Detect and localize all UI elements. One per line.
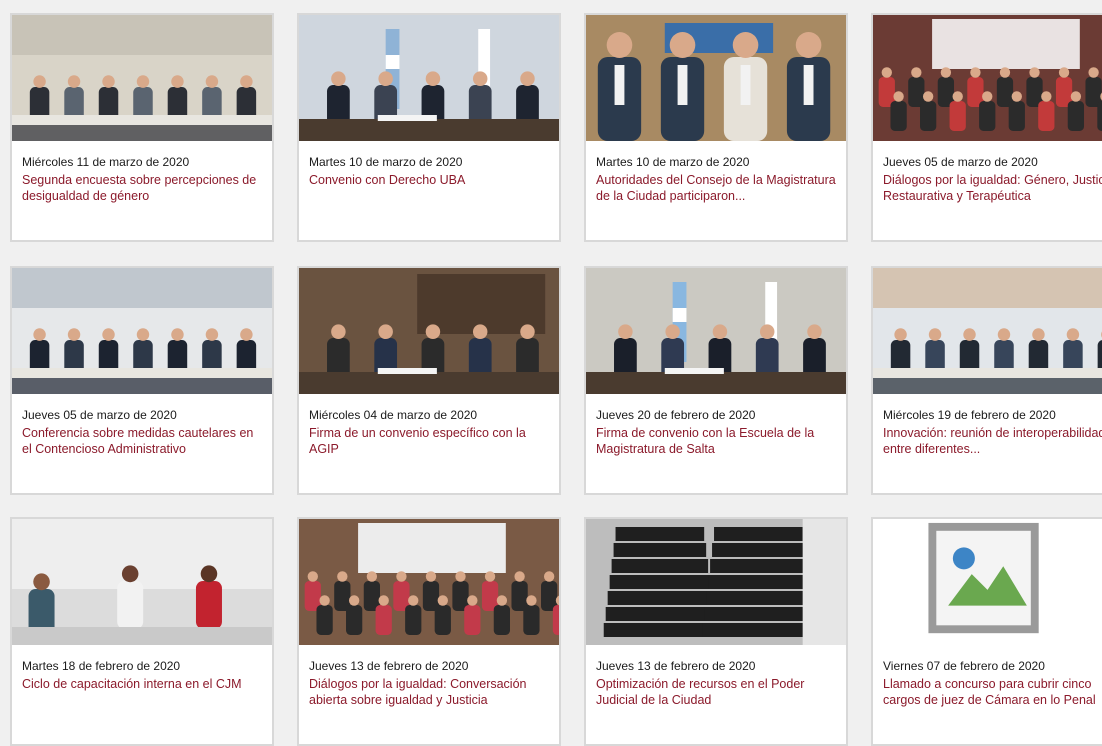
photo-image <box>299 268 559 394</box>
photo-image <box>12 15 272 141</box>
news-card[interactable]: Miércoles 19 de febrero de 2020 Innovaci… <box>871 266 1102 495</box>
news-date: Viernes 07 de febrero de 2020 <box>883 659 1045 673</box>
news-title-link[interactable]: Conferencia sobre medidas cautelares en … <box>22 425 266 457</box>
news-title-link[interactable]: Convenio con Derecho UBA <box>309 172 553 188</box>
news-title-link[interactable]: Firma de un convenio específico con la A… <box>309 425 553 457</box>
broken-image-icon <box>928 522 1039 634</box>
photo-image <box>873 15 1102 141</box>
news-thumbnail[interactable] <box>586 15 846 141</box>
news-thumbnail[interactable] <box>873 268 1102 394</box>
news-date: Jueves 13 de febrero de 2020 <box>309 659 469 673</box>
news-title-link[interactable]: Firma de convenio con la Escuela de la M… <box>596 425 840 457</box>
news-date: Jueves 20 de febrero de 2020 <box>596 408 756 422</box>
news-date: Miércoles 19 de febrero de 2020 <box>883 408 1056 422</box>
news-title-link[interactable]: Llamado a concurso para cubrir cinco car… <box>883 676 1096 708</box>
news-title-link[interactable]: Ciclo de capacitación interna en el CJM <box>22 676 266 692</box>
news-date: Miércoles 04 de marzo de 2020 <box>309 408 478 422</box>
photo-image <box>12 519 272 645</box>
news-thumbnail[interactable] <box>586 268 846 394</box>
news-thumbnail[interactable] <box>12 15 272 141</box>
news-date: Martes 10 de marzo de 2020 <box>309 155 463 169</box>
news-title-link[interactable]: Innovación: reunión de interoperabilidad… <box>883 425 1102 457</box>
news-date: Martes 18 de febrero de 2020 <box>22 659 181 673</box>
news-thumbnail[interactable] <box>299 15 559 141</box>
photo-image <box>299 519 559 645</box>
news-thumbnail[interactable] <box>586 519 846 645</box>
news-thumbnail[interactable] <box>873 519 1102 645</box>
news-thumbnail[interactable] <box>12 268 272 394</box>
news-grid: Miércoles 11 de marzo de 2020 Segunda en… <box>0 0 1102 746</box>
photo-image <box>299 15 559 141</box>
news-date: Jueves 13 de febrero de 2020 <box>596 659 756 673</box>
news-card[interactable]: Martes 18 de febrero de 2020 Ciclo de ca… <box>10 517 274 746</box>
photo-image <box>12 268 272 394</box>
news-title-link[interactable]: Segunda encuesta sobre percepciones de d… <box>22 172 266 204</box>
news-card[interactable]: Jueves 05 de marzo de 2020 Diálogos por … <box>871 13 1102 242</box>
photo-image <box>873 268 1102 394</box>
news-thumbnail[interactable] <box>299 519 559 645</box>
news-thumbnail[interactable] <box>12 519 272 645</box>
photo-image <box>586 268 846 394</box>
news-date: Jueves 05 de marzo de 2020 <box>883 155 1038 169</box>
news-thumbnail[interactable] <box>873 15 1102 141</box>
news-title-link[interactable]: Optimización de recursos en el Poder Jud… <box>596 676 840 708</box>
news-card[interactable]: Viernes 07 de febrero de 2020 Llamado a … <box>871 517 1102 746</box>
news-card[interactable]: Jueves 05 de marzo de 2020 Conferencia s… <box>10 266 274 495</box>
news-card[interactable]: Jueves 13 de febrero de 2020 Optimizació… <box>584 517 848 746</box>
news-card[interactable]: Jueves 13 de febrero de 2020 Diálogos po… <box>297 517 561 746</box>
news-card[interactable]: Martes 10 de marzo de 2020 Convenio con … <box>297 13 561 242</box>
news-title-link[interactable]: Autoridades del Consejo de la Magistratu… <box>596 172 840 204</box>
news-title-link[interactable]: Diálogos por la igualdad: Género, Justic… <box>883 172 1102 204</box>
news-thumbnail[interactable] <box>299 268 559 394</box>
news-title-link[interactable]: Diálogos por la igualdad: Conversación a… <box>309 676 553 708</box>
news-card[interactable]: Jueves 20 de febrero de 2020 Firma de co… <box>584 266 848 495</box>
news-date: Jueves 05 de marzo de 2020 <box>22 408 177 422</box>
news-date: Martes 10 de marzo de 2020 <box>596 155 750 169</box>
news-card[interactable]: Martes 10 de marzo de 2020 Autoridades d… <box>584 13 848 242</box>
news-card[interactable]: Miércoles 11 de marzo de 2020 Segunda en… <box>10 13 274 242</box>
news-date: Miércoles 11 de marzo de 2020 <box>22 155 190 169</box>
photo-image <box>586 519 846 645</box>
photo-image <box>586 15 846 141</box>
news-card[interactable]: Miércoles 04 de marzo de 2020 Firma de u… <box>297 266 561 495</box>
